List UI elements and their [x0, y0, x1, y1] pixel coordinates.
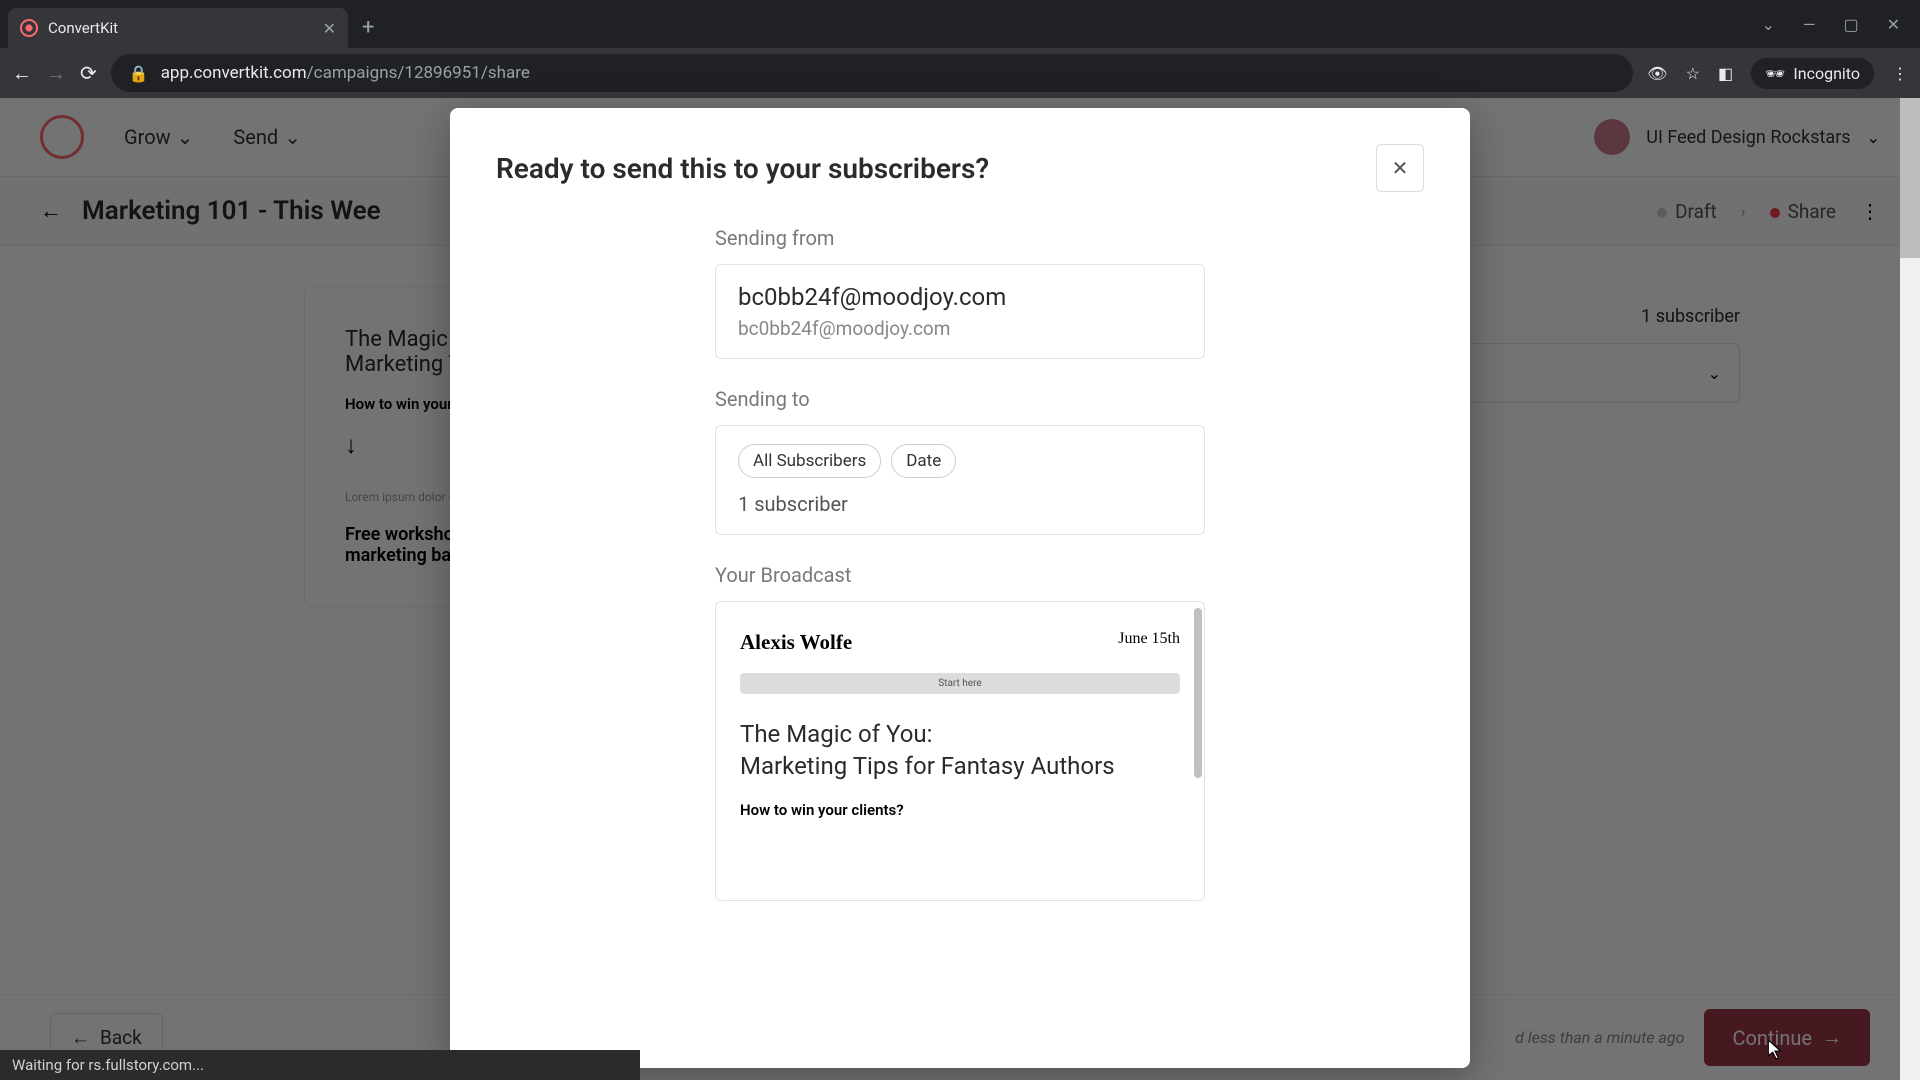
lock-icon: 🔒: [129, 64, 149, 83]
minimize-icon[interactable]: ―: [1803, 15, 1816, 34]
kebab-menu-icon[interactable]: ⋮: [1892, 64, 1908, 83]
start-here-bar[interactable]: Start here: [740, 673, 1180, 694]
incognito-icon: 🕶: [1765, 64, 1785, 83]
broadcast-author: Alexis Wolfe: [740, 630, 852, 655]
filter-chip-date[interactable]: Date: [891, 444, 956, 478]
broadcast-title: The Magic of You: Marketing Tips for Fan…: [740, 718, 1180, 783]
tab-title: ConvertKit: [48, 19, 313, 37]
address-bar[interactable]: 🔒 app.convertkit.com/campaigns/12896951/…: [111, 54, 1634, 92]
sending-to-box[interactable]: All Subscribers Date 1 subscriber: [715, 425, 1205, 535]
scrollbar-thumb[interactable]: [1194, 608, 1202, 778]
close-icon: ✕: [1392, 156, 1409, 180]
page-scrollbar[interactable]: [1900, 98, 1920, 1080]
close-window-icon[interactable]: ✕: [1887, 15, 1900, 34]
reload-icon[interactable]: ⟳: [80, 61, 97, 85]
browser-tab-strip: ConvertKit ✕ + ⌄ ― ▢ ✕: [0, 0, 1920, 48]
send-confirmation-modal: Ready to send this to your subscribers? …: [450, 108, 1470, 1068]
modal-close-button[interactable]: ✕: [1376, 144, 1424, 192]
url-text: app.convertkit.com/campaigns/12896951/sh…: [161, 63, 530, 83]
chevron-down-icon[interactable]: ⌄: [1762, 15, 1775, 34]
from-email: bc0bb24f@moodjoy.com: [738, 283, 1182, 311]
new-tab-button[interactable]: +: [362, 15, 374, 40]
back-icon[interactable]: ←: [12, 61, 32, 86]
broadcast-preview[interactable]: Alexis Wolfe June 15th Start here The Ma…: [715, 601, 1205, 901]
filter-chip-all[interactable]: All Subscribers: [738, 444, 881, 478]
sending-to-label: Sending to: [715, 387, 1205, 411]
window-controls: ⌄ ― ▢ ✕: [1762, 15, 1912, 34]
browser-toolbar: ← → ⟳ 🔒 app.convertkit.com/campaigns/128…: [0, 48, 1920, 98]
favicon-icon: [20, 19, 38, 37]
incognito-label: Incognito: [1793, 64, 1860, 83]
star-icon[interactable]: ☆: [1686, 64, 1700, 83]
browser-status-bar: Waiting for rs.fullstory.com...: [0, 1050, 640, 1080]
modal-title: Ready to send this to your subscribers?: [496, 152, 989, 185]
maximize-icon[interactable]: ▢: [1843, 15, 1858, 34]
incognito-badge[interactable]: 🕶 Incognito: [1751, 58, 1874, 89]
panel-icon[interactable]: ◧: [1718, 64, 1733, 83]
cursor-icon: [1768, 1040, 1782, 1060]
forward-icon: →: [46, 61, 66, 86]
sending-from-label: Sending from: [715, 226, 1205, 250]
from-email-secondary: bc0bb24f@moodjoy.com: [738, 317, 1182, 340]
broadcast-label: Your Broadcast: [715, 563, 1205, 587]
broadcast-date: June 15th: [1118, 630, 1180, 655]
close-icon[interactable]: ✕: [323, 19, 336, 38]
broadcast-sub: How to win your clients?: [740, 801, 1180, 819]
sending-from-box[interactable]: bc0bb24f@moodjoy.com bc0bb24f@moodjoy.co…: [715, 264, 1205, 359]
browser-tab[interactable]: ConvertKit ✕: [8, 8, 348, 48]
modal-subscriber-count: 1 subscriber: [738, 492, 1182, 516]
eye-off-icon[interactable]: 👁: [1647, 64, 1667, 83]
